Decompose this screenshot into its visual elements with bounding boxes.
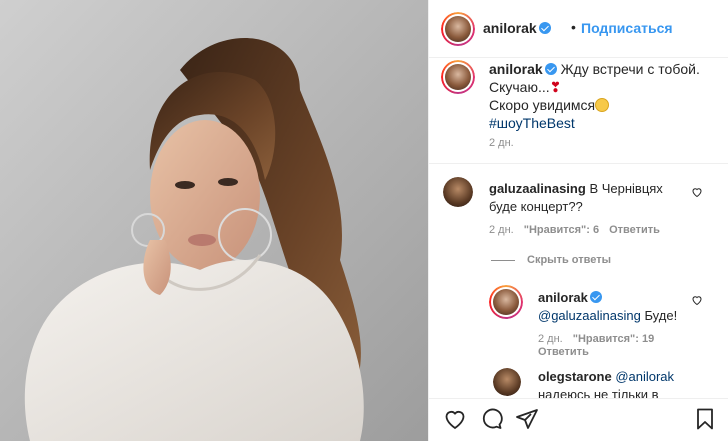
- comment: galuzaalinasing В Чернівцях буде концерт…: [489, 180, 689, 216]
- separator-dot: •: [571, 19, 576, 35]
- reply2-mention[interactable]: @anilorak: [615, 369, 674, 384]
- heart-emoji-icon: ❣: [549, 79, 562, 95]
- reply2-text: надеюсь не тільки в: [538, 387, 659, 398]
- author-avatar[interactable]: [441, 12, 475, 46]
- reply: anilorak @galuzaalinasing Буде!: [538, 289, 698, 325]
- hashtag-link[interactable]: #шоуTheBest: [489, 115, 575, 131]
- reply2-avatar[interactable]: [493, 368, 521, 396]
- post-photo-illustration: [0, 0, 428, 441]
- comment-icon[interactable]: [479, 407, 503, 431]
- reply2: olegstarone @anilorak надеюсь не тільки …: [538, 368, 698, 398]
- comment-reply-button[interactable]: Ответить: [609, 224, 660, 236]
- caption-avatar[interactable]: [441, 60, 475, 94]
- verified-icon: [589, 291, 602, 303]
- caption-line3: Скоро увидимся: [489, 97, 596, 113]
- comment-time: 2 дн.: [489, 224, 514, 236]
- comment-text-line2: буде концерт??: [489, 199, 583, 214]
- reply2-username[interactable]: olegstarone: [538, 369, 612, 384]
- verified-icon: [538, 22, 551, 34]
- author-username-row: anilorak: [483, 20, 551, 36]
- caption-line2: Скучаю...: [489, 79, 550, 95]
- hide-replies-button[interactable]: Скрыть ответы: [491, 254, 611, 266]
- reply-username[interactable]: anilorak: [538, 290, 588, 305]
- heart-icon[interactable]: [443, 407, 467, 431]
- reply-meta: 2 дн. "Нравится": 19 Ответить: [538, 333, 688, 359]
- reply-avatar[interactable]: [489, 285, 523, 319]
- author-username[interactable]: anilorak: [483, 20, 537, 36]
- reply-mention[interactable]: @galuzaalinasing: [538, 308, 641, 323]
- commenter-avatar[interactable]: [443, 177, 473, 207]
- paper-plane-icon[interactable]: [515, 407, 539, 431]
- reply-text: Буде!: [640, 308, 678, 323]
- caption-line1: Жду встречи с тобой.: [560, 61, 700, 77]
- comment-username[interactable]: galuzaalinasing: [489, 181, 586, 196]
- post-header: anilorak • Подписаться: [429, 0, 728, 58]
- comment-meta: 2 дн. "Нравится": 6 Ответить: [489, 224, 670, 236]
- caption-timestamp: 2 дн.: [489, 137, 514, 149]
- post-actions-bar: [429, 398, 728, 441]
- comment-text-line1: В Чернівцях: [589, 181, 663, 196]
- follow-button[interactable]: Подписаться: [581, 20, 673, 36]
- caption-username[interactable]: anilorak: [489, 61, 543, 77]
- bookmark-icon[interactable]: [693, 407, 717, 431]
- reply-like-icon[interactable]: [691, 294, 703, 306]
- post-photo[interactable]: [0, 0, 428, 441]
- section-divider: [429, 163, 728, 164]
- comment-likes[interactable]: "Нравится": 6: [524, 224, 599, 236]
- post-panel: anilorak • Подписаться anilorak Жду встр…: [428, 0, 728, 441]
- post-caption: anilorak Жду встречи с тобой. Скучаю...❣…: [489, 60, 717, 132]
- smile-emoji-icon: [595, 98, 610, 112]
- reply-time: 2 дн.: [538, 333, 563, 345]
- reply-likes[interactable]: "Нравится": 19: [573, 333, 654, 345]
- verified-icon: [544, 63, 557, 75]
- comment-like-icon[interactable]: [691, 186, 703, 198]
- reply-reply-button[interactable]: Ответить: [538, 346, 589, 358]
